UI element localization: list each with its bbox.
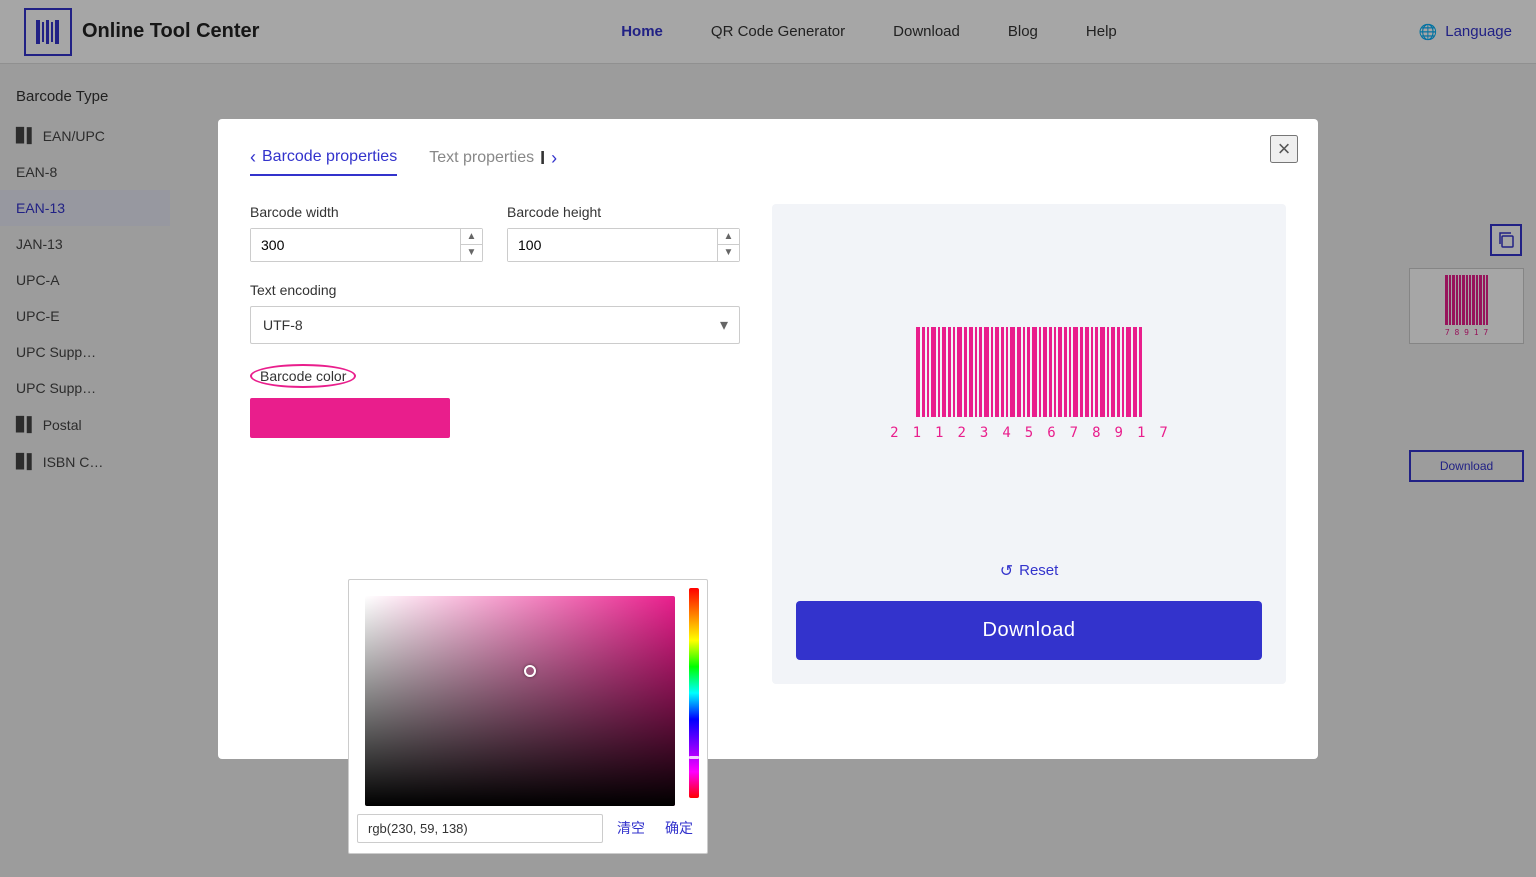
width-input-wrap: ▲ ▼ — [250, 228, 483, 262]
hue-slider[interactable] — [689, 588, 699, 798]
color-gradient-picker[interactable] — [365, 596, 675, 806]
color-input-row: 清空 确定 — [357, 814, 699, 843]
color-hex-input[interactable] — [357, 814, 603, 843]
color-swatch-button[interactable] — [250, 398, 450, 438]
encoding-field-group: Text encoding UTF-8 ▾ — [250, 282, 740, 344]
barcode-color-label: Barcode color — [250, 364, 356, 388]
color-picker-cursor — [524, 665, 536, 677]
back-arrow-icon: ‹ — [250, 147, 256, 168]
reset-label: Reset — [1019, 562, 1058, 579]
cursor-icon: I — [540, 148, 545, 169]
width-field-group: Barcode width ▲ ▼ — [250, 204, 483, 262]
modal-tabs: ‹ Barcode properties Text properties I › — [250, 147, 1286, 176]
hue-indicator — [689, 756, 699, 759]
color-clear-button[interactable]: 清空 — [611, 814, 651, 842]
modal-body: Barcode width ▲ ▼ Barcode height — [250, 204, 1286, 684]
barcode-numbers: 2 1 1 2 3 4 5 6 7 8 9 1 7 — [890, 425, 1168, 441]
height-field-group: Barcode height ▲ ▼ — [507, 204, 740, 262]
encoding-label: Text encoding — [250, 282, 740, 298]
modal: × ‹ Barcode properties Text properties I… — [218, 119, 1318, 759]
height-increment[interactable]: ▲ — [718, 229, 739, 246]
forward-arrow-icon: › — [551, 148, 557, 169]
download-button[interactable]: Download — [796, 601, 1262, 660]
color-picker-popup: 清空 确定 — [348, 579, 708, 854]
tab-barcode-properties[interactable]: ‹ Barcode properties — [250, 147, 397, 176]
tab-text-properties[interactable]: Text properties I › — [429, 148, 557, 175]
reset-icon: ↺ — [1000, 561, 1013, 581]
height-spinners: ▲ ▼ — [717, 229, 739, 261]
color-section-label: Barcode color — [250, 364, 740, 388]
reset-button[interactable]: ↺ Reset — [1000, 561, 1059, 581]
height-label: Barcode height — [507, 204, 740, 220]
barcode-preview: 2 1 1 2 3 4 5 6 7 8 9 1 7 — [796, 228, 1262, 541]
width-decrement[interactable]: ▼ — [461, 245, 482, 261]
height-input-wrap: ▲ ▼ — [507, 228, 740, 262]
color-label-section: Barcode color — [250, 364, 740, 388]
width-increment[interactable]: ▲ — [461, 229, 482, 246]
height-decrement[interactable]: ▼ — [718, 245, 739, 261]
width-input[interactable] — [251, 229, 460, 261]
encoding-select[interactable]: UTF-8 — [250, 306, 740, 344]
modal-close-button[interactable]: × — [1270, 135, 1298, 163]
modal-left-panel: Barcode width ▲ ▼ Barcode height — [250, 204, 740, 684]
barcode-bars — [916, 327, 1142, 417]
dimension-fields: Barcode width ▲ ▼ Barcode height — [250, 204, 740, 262]
modal-right-panel: 2 1 1 2 3 4 5 6 7 8 9 1 7 ↺ Reset — [772, 204, 1286, 684]
color-confirm-button[interactable]: 确定 — [659, 814, 699, 842]
width-label: Barcode width — [250, 204, 483, 220]
encoding-select-wrap: UTF-8 ▾ — [250, 306, 740, 344]
width-spinners: ▲ ▼ — [460, 229, 482, 261]
height-input[interactable] — [508, 229, 717, 261]
